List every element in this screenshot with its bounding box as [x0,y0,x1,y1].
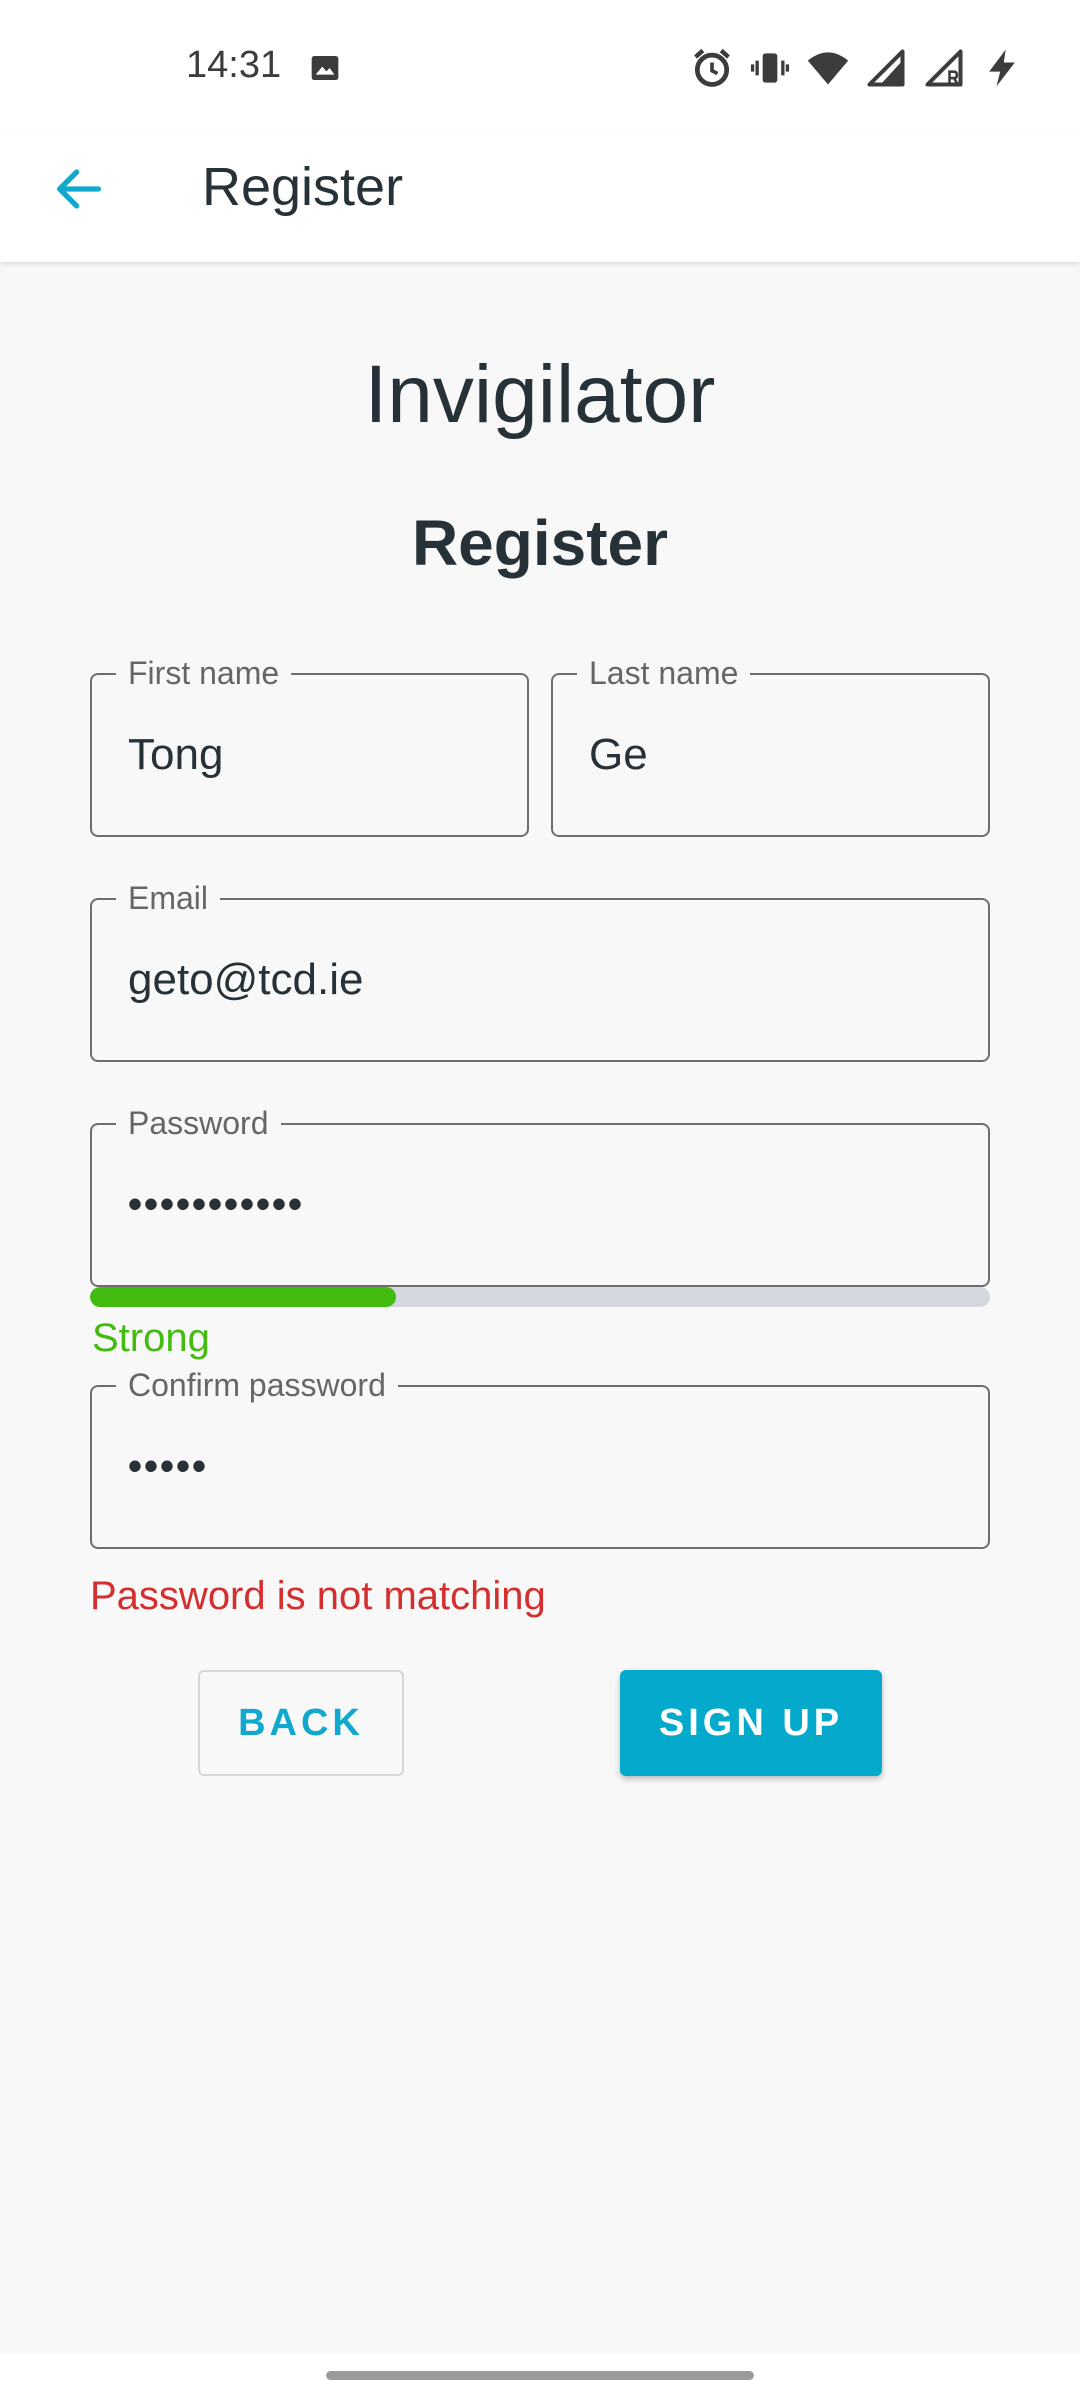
last-name-value: Ge [589,730,648,779]
confirm-password-value: ••••• [128,1444,209,1489]
vibrate-icon [750,53,790,83]
back-button[interactable]: BACK [198,1670,404,1776]
home-indicator[interactable] [326,2371,754,2380]
charging-icon [989,49,1015,87]
email-field[interactable]: Email geto@tcd.ie [90,878,990,1062]
confirm-password-field[interactable]: Confirm password ••••• [90,1365,990,1549]
password-strength-label: Strong [92,1316,210,1360]
confirm-password-label: Confirm password [116,1365,398,1405]
sign-up-button[interactable]: SIGN UP [620,1670,882,1776]
arrow-left-icon[interactable] [50,160,108,218]
status-bar: 14:31 [0,0,1080,136]
password-strength-bar [90,1287,990,1307]
password-field[interactable]: Password ••••••••••• [90,1103,990,1287]
password-value: ••••••••••• [128,1182,305,1227]
signal-icon [867,49,905,87]
app-title: Invigilator [364,349,716,440]
last-name-field[interactable]: Last name Ge [551,653,990,837]
email-label: Email [116,878,221,918]
first-name-field[interactable]: First name Tong [90,653,529,837]
status-time: 14:31 [186,44,282,86]
password-label: Password [116,1103,281,1143]
wifi-icon [807,52,849,85]
password-strength-fill [90,1287,396,1307]
status-icons [690,44,1024,92]
app-bar: Register [0,136,1080,262]
first-name-label: First name [116,653,292,693]
email-value: geto@tcd.ie [128,955,364,1004]
form-title: Register [411,507,669,579]
alarm-icon [694,48,730,87]
last-name-label: Last name [577,653,751,693]
image-icon [311,56,339,80]
app-bar-title: Register [202,157,404,217]
first-name-value: Tong [128,730,224,779]
signal-roaming-icon [925,49,963,87]
password-mismatch-error: Password is not matching [90,1574,546,1618]
